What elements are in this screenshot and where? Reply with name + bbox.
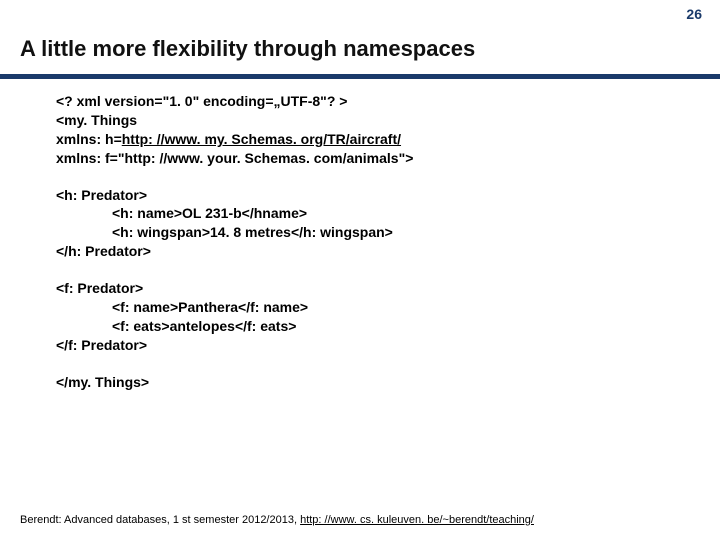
page-number: 26	[686, 6, 702, 22]
f-name: <f: name>Panthera</f: name>	[56, 298, 690, 317]
title-rule	[0, 74, 720, 79]
xml-declaration: <? xml version="1. 0" encoding=„UTF-8"? …	[56, 92, 690, 111]
namespace-h: xmlns: h=http: //www. my. Schemas. org/T…	[56, 130, 690, 149]
h-predator-block: <h: Predator> <h: name>OL 231-b</hname> …	[56, 186, 690, 262]
footer: Berendt: Advanced databases, 1 st semest…	[20, 514, 534, 526]
slide: 26 A little more flexibility through nam…	[0, 0, 720, 540]
namespace-f: xmlns: f="http: //www. your. Schemas. co…	[56, 149, 690, 168]
root-open: <my. Things	[56, 111, 690, 130]
h-predator-close: </h: Predator>	[56, 242, 690, 261]
f-eats: <f: eats>antelopes</f: eats>	[56, 317, 690, 336]
f-predator-open: <f: Predator>	[56, 279, 690, 298]
footer-url: http: //www. cs. kuleuven. be/~berendt/t…	[300, 514, 534, 526]
f-predator-close: </f: Predator>	[56, 336, 690, 355]
namespace-h-prefix: xmlns: h=	[56, 131, 122, 147]
h-predator-open: <h: Predator>	[56, 186, 690, 205]
footer-text: Berendt: Advanced databases, 1 st semest…	[20, 514, 300, 526]
namespace-h-url: http: //www. my. Schemas. org/TR/aircraf…	[122, 131, 401, 147]
root-close: </my. Things>	[56, 373, 690, 392]
xml-declaration-block: <? xml version="1. 0" encoding=„UTF-8"? …	[56, 92, 690, 168]
slide-title: A little more flexibility through namesp…	[20, 36, 475, 62]
f-predator-block: <f: Predator> <f: name>Panthera</f: name…	[56, 279, 690, 355]
h-name: <h: name>OL 231-b</hname>	[56, 204, 690, 223]
h-wingspan: <h: wingspan>14. 8 metres</h: wingspan>	[56, 223, 690, 242]
slide-body: <? xml version="1. 0" encoding=„UTF-8"? …	[56, 92, 690, 410]
root-close-block: </my. Things>	[56, 373, 690, 392]
